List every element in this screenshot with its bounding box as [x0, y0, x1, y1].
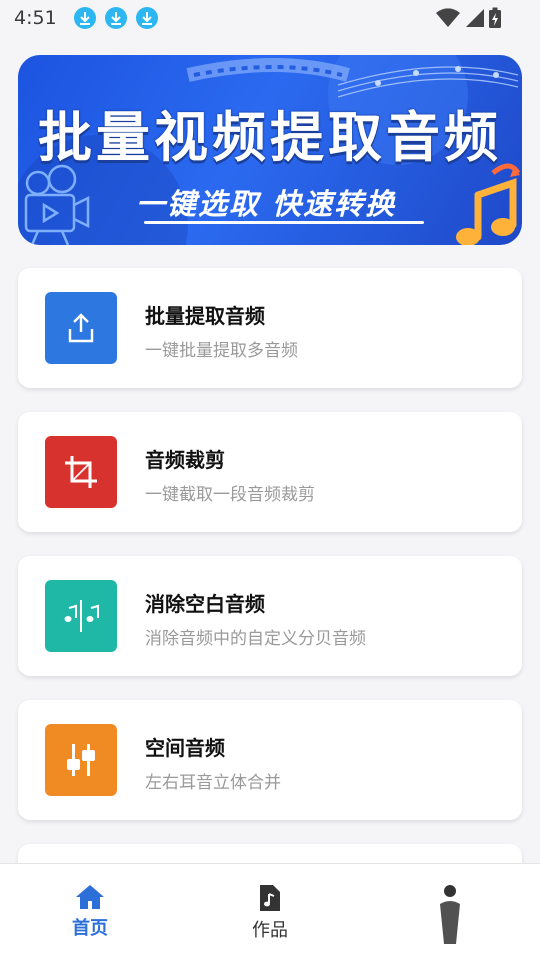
- card-title: 消除空白音频: [145, 592, 265, 616]
- download-notification-icon: [73, 7, 96, 29]
- nav-home-label: 首页: [72, 918, 108, 939]
- feature-card-remove-silence[interactable]: 消除空白音频 消除音频中的自定义分贝音频: [18, 556, 522, 676]
- nav-works[interactable]: 作品: [220, 884, 320, 942]
- battery-icon: [489, 7, 501, 28]
- card-title: 空间音频: [145, 736, 225, 760]
- wifi-icon: [436, 8, 460, 27]
- card-subtitle: 一键批量提取多音频: [145, 341, 298, 361]
- music-split-icon: [45, 580, 117, 652]
- banner-title: 批量视频提取音频: [38, 106, 502, 169]
- feature-card-audio-crop[interactable]: 音频裁剪 一键截取一段音频裁剪: [18, 412, 522, 532]
- card-subtitle: 左右耳音立体合并: [145, 773, 281, 793]
- feature-card-spatial-audio[interactable]: 空间音频 左右耳音立体合并: [18, 700, 522, 820]
- card-title: 音频裁剪: [145, 448, 225, 472]
- status-time: 4:51: [14, 7, 57, 29]
- banner-subtitle: 一键选取 快速转换: [136, 187, 397, 221]
- sliders-icon: [45, 724, 117, 796]
- crop-icon: [45, 436, 117, 508]
- nav-home[interactable]: 首页: [40, 884, 140, 940]
- download-notification-icon: [135, 7, 158, 29]
- user-icon: [440, 885, 460, 944]
- music-file-icon: [260, 885, 280, 911]
- bottom-navigation: 首页 作品: [0, 863, 540, 960]
- feature-card-batch-extract[interactable]: 批量提取音频 一键批量提取多音频: [18, 268, 522, 388]
- nav-profile[interactable]: [400, 884, 500, 944]
- upload-icon: [45, 292, 117, 364]
- home-icon: [76, 885, 104, 909]
- banner-underline: [144, 221, 424, 224]
- promo-banner[interactable]: 批量视频提取音频 一键选取 快速转换: [18, 55, 522, 245]
- card-subtitle: 消除音频中的自定义分贝音频: [145, 629, 366, 649]
- nav-works-label: 作品: [252, 920, 288, 941]
- signal-icon: [466, 9, 484, 27]
- card-title: 批量提取音频: [145, 304, 265, 328]
- card-subtitle: 一键截取一段音频裁剪: [145, 485, 315, 505]
- status-bar: 4:51: [0, 0, 540, 36]
- download-notification-icon: [104, 7, 127, 29]
